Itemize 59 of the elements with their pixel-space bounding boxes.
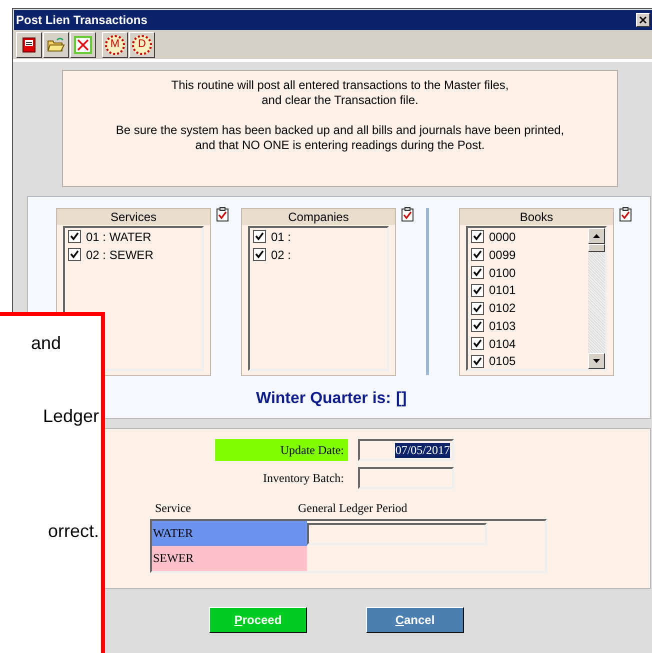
folder-icon [47, 36, 65, 52]
column-header: Service [155, 500, 192, 515]
service-cell: SEWER [152, 546, 307, 571]
list-header: Services [57, 209, 210, 225]
list-header: Books [460, 209, 613, 225]
close-icon [639, 16, 647, 24]
checkbox-item[interactable]: 02 : SEWER [68, 246, 202, 264]
checkbox[interactable] [471, 302, 484, 315]
clipboard-check-icon[interactable] [619, 207, 632, 222]
toolbar-button[interactable] [43, 32, 69, 58]
checkbox[interactable] [253, 230, 266, 244]
cancel-button[interactable]: Cancel [366, 607, 464, 633]
checkbox[interactable] [471, 248, 484, 262]
callout-text: Ledger [42, 405, 100, 428]
close-icon [74, 36, 92, 54]
callout-text: orrect. [48, 520, 100, 543]
update-date-field[interactable]: 07/05/2017 [358, 439, 454, 461]
checkbox[interactable] [471, 266, 484, 279]
inventory-batch-label: Inventory Batch: [262, 470, 345, 487]
checkbox[interactable] [68, 248, 81, 262]
checkbox[interactable] [471, 284, 484, 297]
checkbox-item[interactable]: 0102 [471, 299, 588, 317]
inventory-batch-field[interactable] [358, 467, 454, 489]
winter-quarter-value: [] [396, 389, 407, 409]
down-arrow-icon[interactable] [593, 359, 600, 363]
checkbox[interactable] [471, 230, 484, 244]
toolbar-button[interactable] [16, 32, 42, 58]
checkbox-item[interactable]: 0100 [471, 264, 588, 282]
close-button[interactable] [636, 13, 650, 27]
checkbox-item[interactable]: 0103 [471, 316, 588, 335]
clipboard-check-icon[interactable] [216, 207, 229, 222]
checkbox-item[interactable]: 0099 [471, 246, 588, 264]
checkbox[interactable] [471, 337, 484, 350]
window-title: Post Lien Transactions [16, 14, 148, 26]
checkbox[interactable] [253, 248, 266, 262]
checkbox[interactable] [68, 230, 81, 244]
checkbox-item[interactable]: 0105 [471, 352, 588, 369]
update-date-label: Update Date: [215, 439, 348, 461]
up-arrow-icon[interactable] [593, 234, 600, 238]
checkbox-item[interactable]: 0101 [471, 281, 588, 300]
column-header: General Ledger Period [298, 500, 408, 515]
scrollbar-thumb[interactable] [588, 244, 605, 252]
checkbox-item[interactable]: 0104 [471, 334, 588, 353]
gl-period-field[interactable] [307, 523, 487, 545]
checkbox-item[interactable]: 02 : [253, 246, 387, 264]
winter-quarter-label: Winter Quarter is: [256, 389, 391, 409]
callout-text: and [30, 332, 62, 355]
clipboard-check-icon[interactable] [401, 207, 414, 222]
checkbox-item[interactable]: 01 : [253, 228, 387, 246]
service-cell: WATER [152, 521, 307, 546]
toolbar-button[interactable] [70, 32, 96, 58]
notice-text: This routine will post all entered transactions to the Master files, and clear the Transaction file. Be sure the system has been backed up and all bills and journals have been printed, and that NO ONE is entering readings during the Post. [62, 70, 618, 187]
checkbox[interactable] [471, 354, 484, 368]
scrollbar[interactable] [588, 228, 605, 369]
checkbox[interactable] [471, 319, 484, 332]
save-icon [21, 36, 37, 52]
checkbox-item[interactable]: 01 : WATER [68, 228, 202, 246]
checkbox-item[interactable]: 0000 [471, 228, 588, 246]
list-header: Companies [242, 209, 395, 225]
